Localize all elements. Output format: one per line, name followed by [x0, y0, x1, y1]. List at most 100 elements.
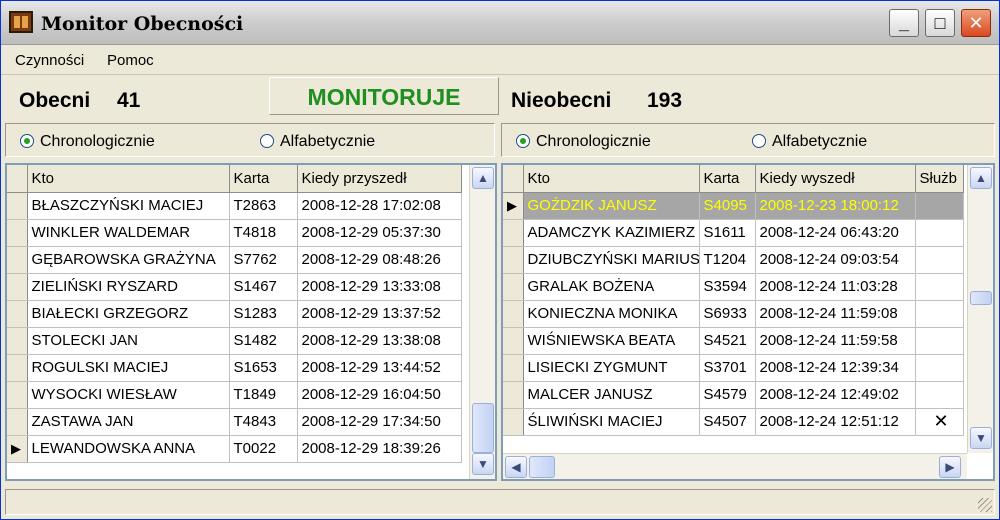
- table-cell: ✕: [915, 408, 964, 436]
- table-cell: S1283: [229, 300, 298, 328]
- table-cell: 2008-12-24 11:59:08: [755, 300, 916, 328]
- col-kto[interactable]: Kto: [27, 165, 230, 193]
- row-selector[interactable]: [7, 381, 28, 409]
- col-kiedy-wyszedl[interactable]: Kiedy wyszedł: [755, 165, 916, 193]
- title-bar[interactable]: Monitor Obecności _ □ ✕: [1, 1, 999, 45]
- hscroll-thumb[interactable]: [529, 456, 555, 478]
- table-cell: STOLECKI JAN: [27, 327, 230, 355]
- table-cell: WYSOCKI WIESŁAW: [27, 381, 230, 409]
- col-sluzbowo[interactable]: Służb: [915, 165, 964, 193]
- col-kto[interactable]: Kto: [523, 165, 700, 193]
- table-row[interactable]: WYSOCKI WIESŁAW T1849 2008-12-29 16:04:50: [7, 381, 462, 409]
- row-selector[interactable]: [503, 381, 524, 409]
- current-row-arrow-icon: ▶: [11, 441, 21, 456]
- minimize-button[interactable]: _: [889, 9, 919, 37]
- table-row[interactable]: ▶ GOŹDZIK JANUSZ S4095 2008-12-23 18:00:12: [503, 192, 964, 220]
- table-cell: GOŹDZIK JANUSZ: [523, 192, 700, 220]
- row-selector[interactable]: [503, 327, 524, 355]
- table-cell: 2008-12-29 05:37:30: [297, 219, 462, 247]
- menu-pomoc[interactable]: Pomoc: [107, 52, 154, 69]
- col-kiedy-przyszedl[interactable]: Kiedy przyszedł: [297, 165, 462, 193]
- row-selector[interactable]: [7, 246, 28, 274]
- table-cell: S4579: [699, 381, 756, 409]
- table-cell: 2008-12-29 16:04:50: [297, 381, 462, 409]
- scroll-down-icon[interactable]: ▼: [970, 427, 992, 449]
- row-selector[interactable]: [503, 300, 524, 328]
- absent-sort-alpha[interactable]: Alfabetycznie: [752, 133, 867, 151]
- row-selector[interactable]: ▶: [503, 192, 524, 220]
- col-karta[interactable]: Karta: [699, 165, 756, 193]
- absent-vscrollbar[interactable]: ▲ ▼: [967, 165, 993, 453]
- row-selector[interactable]: [503, 246, 524, 274]
- row-selector[interactable]: [7, 273, 28, 301]
- present-vscrollbar[interactable]: ▲ ▼: [469, 165, 495, 479]
- table-row[interactable]: WIŚNIEWSKA BEATA S4521 2008-12-24 11:59:58: [503, 327, 964, 355]
- table-row[interactable]: LISIECKI ZYGMUNT S3701 2008-12-24 12:39:34: [503, 354, 964, 382]
- present-sort-chrono[interactable]: Chronologicznie: [20, 133, 155, 151]
- row-selector[interactable]: [7, 192, 28, 220]
- scroll-left-icon[interactable]: ◀: [505, 456, 527, 478]
- present-sort-alpha[interactable]: Alfabetycznie: [260, 133, 375, 151]
- table-row[interactable]: BŁASZCZYŃSKI MACIEJ T2863 2008-12-28 17:02…: [7, 192, 462, 220]
- table-cell: [915, 273, 964, 301]
- radio-selected-icon: [20, 134, 34, 148]
- scroll-thumb[interactable]: [970, 291, 992, 305]
- table-cell: 2008-12-24 11:03:28: [755, 273, 916, 301]
- table-row[interactable]: ROGULSKI MACIEJ S1653 2008-12-29 13:44:52: [7, 354, 462, 382]
- row-selector[interactable]: [7, 219, 28, 247]
- row-selector[interactable]: [7, 408, 28, 436]
- absent-sort-chrono[interactable]: Chronologicznie: [516, 133, 651, 151]
- table-cell: 2008-12-29 08:48:26: [297, 246, 462, 274]
- table-row[interactable]: ZIELIŃSKI RYSZARD S1467 2008-12-29 13:33:0…: [7, 273, 462, 301]
- table-cell: 2008-12-24 09:03:54: [755, 246, 916, 274]
- table-cell: S1611: [699, 219, 756, 247]
- table-row[interactable]: MALCER JANUSZ S4579 2008-12-24 12:49:02: [503, 381, 964, 409]
- table-row[interactable]: ▶ LEWANDOWSKA ANNA T0022 2008-12-29 18:39:2…: [7, 435, 462, 463]
- scroll-down-icon[interactable]: ▼: [472, 453, 494, 475]
- scroll-thumb[interactable]: [472, 403, 494, 453]
- table-row[interactable]: DZIUBCZYŃSKI MARIUSZ T1204 2008-12-24 09:0…: [503, 246, 964, 274]
- table-cell: S1653: [229, 354, 298, 382]
- table-row[interactable]: STOLECKI JAN S1482 2008-12-29 13:38:08: [7, 327, 462, 355]
- resize-grip-icon[interactable]: [978, 498, 992, 512]
- table-cell: [915, 381, 964, 409]
- table-row[interactable]: ZASTAWA JAN T4843 2008-12-29 17:34:50: [7, 408, 462, 436]
- table-cell: ŚLIWIŃSKI MACIEJ: [523, 408, 700, 436]
- row-selector[interactable]: [7, 354, 28, 382]
- scroll-up-icon[interactable]: ▲: [472, 167, 494, 189]
- row-selector[interactable]: [7, 327, 28, 355]
- scroll-right-icon[interactable]: ▶: [939, 456, 961, 478]
- row-selector[interactable]: [503, 408, 524, 436]
- col-karta[interactable]: Karta: [229, 165, 298, 193]
- table-cell: 2008-12-24 11:59:58: [755, 327, 916, 355]
- table-row[interactable]: KONIECZNA MONIKA S6933 2008-12-24 11:59:08: [503, 300, 964, 328]
- row-selector[interactable]: [503, 219, 524, 247]
- scroll-up-icon[interactable]: ▲: [970, 167, 992, 189]
- table-cell: 2008-12-24 12:51:12: [755, 408, 916, 436]
- row-selector[interactable]: ▶: [7, 435, 28, 463]
- table-cell: WIŚNIEWSKA BEATA: [523, 327, 700, 355]
- row-selector[interactable]: [7, 300, 28, 328]
- table-row[interactable]: ADAMCZYK KAZIMIERZ S1611 2008-12-24 06:43:…: [503, 219, 964, 247]
- maximize-button[interactable]: □: [925, 9, 955, 37]
- absent-hscrollbar[interactable]: ◀ ▶: [503, 453, 967, 479]
- row-selector[interactable]: [503, 354, 524, 382]
- radio-label: Chronologicznie: [536, 133, 651, 150]
- table-row[interactable]: WINKLER WALDEMAR T4818 2008-12-29 05:37:30: [7, 219, 462, 247]
- table-row[interactable]: GRALAK BOŻENA S3594 2008-12-24 11:03:28: [503, 273, 964, 301]
- table-cell: 2008-12-29 17:34:50: [297, 408, 462, 436]
- table-cell: 2008-12-28 17:02:08: [297, 192, 462, 220]
- table-cell: ROGULSKI MACIEJ: [27, 354, 230, 382]
- present-count: 41: [117, 89, 141, 112]
- menu-czynnosci[interactable]: Czynności: [15, 52, 84, 69]
- radio-unselected-icon: [752, 134, 766, 148]
- table-row[interactable]: BIAŁECKI GRZEGORZ S1283 2008-12-29 13:37:5…: [7, 300, 462, 328]
- app-icon[interactable]: [9, 11, 33, 33]
- app-window: Monitor Obecności _ □ ✕ Czynności Pomoc …: [0, 0, 1000, 520]
- table-row[interactable]: GĘBAROWSKA GRAŻYNA S7762 2008-12-29 08:48:…: [7, 246, 462, 274]
- table-row[interactable]: ŚLIWIŃSKI MACIEJ S4507 2008-12-24 12:51:12…: [503, 408, 964, 436]
- close-button[interactable]: ✕: [961, 9, 991, 37]
- table-cell: S1467: [229, 273, 298, 301]
- row-selector[interactable]: [503, 273, 524, 301]
- table-cell: T1849: [229, 381, 298, 409]
